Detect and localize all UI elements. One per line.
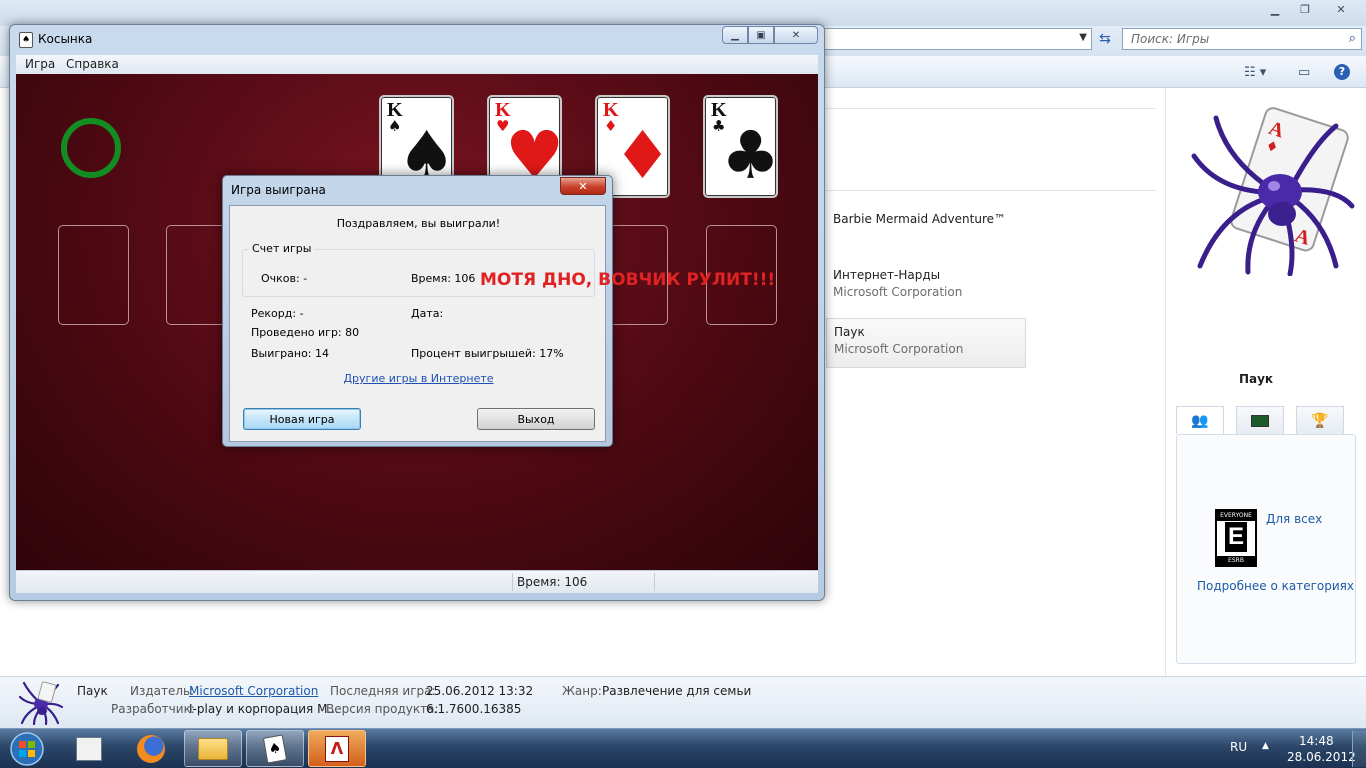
status-time: Время: 106: [517, 575, 588, 589]
restore-icon[interactable]: ❐: [1290, 0, 1320, 19]
maximize-icon[interactable]: ▣: [748, 26, 774, 44]
stock-pile-empty-ring[interactable]: [61, 118, 121, 178]
game-name: Интернет-Нарды: [833, 268, 941, 282]
rating-label-link[interactable]: Для всех: [1266, 512, 1322, 526]
view-options-icon[interactable]: ☷ ▾: [1244, 63, 1266, 81]
solitaire-app-icon[interactable]: ♠: [19, 32, 33, 48]
window-title: Косынка: [38, 32, 93, 46]
rating-panel: EVERYONE E ESRB Для всех Подробнее о кат…: [1176, 434, 1356, 664]
score-group-label: Счет игры: [249, 242, 315, 255]
preview-tabs: 👥 🏆: [1176, 406, 1344, 434]
tab-stats-trophy-icon[interactable]: 🏆: [1296, 406, 1344, 434]
exit-button[interactable]: Выход: [477, 408, 595, 430]
details-developer-label: Разработчик:: [111, 702, 195, 716]
taskbar-solitaire-icon[interactable]: ♠: [246, 730, 304, 767]
explorer-titlebar: [0, 0, 1366, 26]
menu-help[interactable]: Справка: [66, 57, 119, 71]
close-icon[interactable]: ✕: [560, 177, 606, 195]
game-name: Barbie Mermaid Adventure™: [833, 212, 1007, 226]
game-publisher: Microsoft Corporation: [833, 285, 963, 299]
start-button-windows-icon[interactable]: [4, 731, 50, 767]
clock-date[interactable]: 28.06.2012: [1287, 750, 1356, 764]
help-icon[interactable]: ?: [1334, 63, 1350, 81]
taskbar-folder-icon[interactable]: [184, 730, 242, 767]
close-icon[interactable]: ✕: [774, 26, 818, 44]
refresh-icon[interactable]: ⇆: [1094, 28, 1116, 50]
status-bar: Время: 106: [16, 570, 818, 593]
details-publisher-link[interactable]: Microsoft Corporation: [189, 684, 318, 698]
clock-time[interactable]: 14:48: [1299, 734, 1334, 748]
taskbar-pdf-reader-icon[interactable]: ᐱ: [308, 730, 366, 767]
overlay-caption: МОТЯ ДНО, ВОВЧИК РУЛИТ!!!: [480, 270, 776, 290]
online-games-link[interactable]: Другие игры в Интернете: [230, 372, 607, 385]
points-value: Очков: -: [261, 272, 308, 285]
search-icon[interactable]: ⌕: [1349, 31, 1356, 46]
minimize-icon[interactable]: ▁: [722, 26, 748, 44]
explorer-caption-buttons: ▁ ❐ ✕: [1260, 0, 1362, 20]
divider: [826, 108, 1156, 109]
game-won-dialog: Игра выиграна ✕ Поздравляем, вы выиграли…: [222, 175, 613, 447]
details-version-label: Версия продукта:: [326, 702, 439, 716]
list-item[interactable]: Интернет-Нарды Microsoft Corporation: [826, 262, 1026, 312]
games-won-value: Выиграно: 14: [251, 347, 330, 360]
games-played-value: Проведено игр: 80: [251, 326, 360, 339]
search-placeholder: Поиск: Игры: [1131, 32, 1210, 46]
details-pane: Паук Издатель: Microsoft Corporation Пос…: [0, 676, 1366, 728]
taskbar: ♠ ᐱ RU ▲ 14:48 28.06.2012: [0, 728, 1366, 768]
esrb-rating-icon: EVERYONE E ESRB: [1215, 509, 1257, 567]
taskbar-explorer-docs-icon[interactable]: [60, 730, 118, 767]
tab-rating-icon[interactable]: 👥: [1176, 406, 1224, 434]
spider-solitaire-art: A ♦ A: [1191, 107, 1355, 276]
tab-performance-icon[interactable]: [1236, 406, 1284, 434]
preview-pane: A ♦ A Паук 👥 🏆 EVERYONE E ESRB Для всех …: [1165, 88, 1366, 676]
chevron-down-icon[interactable]: ▼: [1079, 32, 1087, 43]
menu-bar: Игра Справка: [16, 55, 818, 74]
tray-expand-icon[interactable]: ▲: [1262, 741, 1269, 751]
close-icon[interactable]: ✕: [1320, 0, 1362, 19]
search-input[interactable]: Поиск: Игры ⌕: [1122, 28, 1362, 50]
foundation-card-clubs[interactable]: K ♣ ♣: [703, 95, 778, 198]
preview-pane-icon[interactable]: ▭: [1298, 63, 1310, 81]
time-value: Время: 106: [411, 272, 476, 285]
dialog-title: Игра выиграна: [231, 183, 326, 197]
window-caption-buttons: ▁ ▣ ✕: [722, 26, 818, 44]
details-genre: Развлечение для семьи: [602, 684, 752, 698]
address-bar[interactable]: ▼: [822, 28, 1092, 50]
date-value: Дата:: [411, 307, 444, 320]
record-value: Рекорд: -: [251, 307, 304, 320]
details-developer: I-play и корпорация M...: [189, 702, 339, 716]
language-indicator[interactable]: RU: [1230, 740, 1247, 754]
divider: [826, 190, 1156, 191]
preview-title: Паук: [1238, 372, 1274, 386]
details-last-played: 25.06.2012 13:32: [426, 684, 534, 698]
taskbar-firefox-icon[interactable]: [122, 730, 180, 767]
list-item[interactable]: Barbie Mermaid Adventure™: [826, 206, 1026, 256]
menu-game[interactable]: Игра: [25, 57, 55, 71]
spider-game-icon: [18, 681, 64, 725]
game-name: Паук: [834, 325, 865, 339]
dialog-body: Поздравляем, вы выиграли! Счет игры Очко…: [229, 205, 606, 442]
details-game-name: Паук: [77, 684, 108, 698]
details-version: 6.1.7600.16385: [426, 702, 522, 716]
rating-more-link[interactable]: Подробнее о категориях: [1197, 579, 1354, 593]
game-publisher: Microsoft Corporation: [834, 342, 964, 356]
win-percent-value: Процент выигрышей: 17%: [411, 347, 564, 360]
new-game-button[interactable]: Новая игра: [243, 408, 361, 430]
congrats-message: Поздравляем, вы выиграли!: [336, 217, 501, 230]
minimize-icon[interactable]: ▁: [1260, 0, 1290, 19]
details-publisher-label: Издатель:: [130, 684, 195, 698]
details-genre-label: Жанр:: [562, 684, 602, 698]
list-item[interactable]: Паук Microsoft Corporation: [826, 318, 1026, 368]
details-last-played-label: Последняя игра:: [330, 684, 436, 698]
show-desktop-button[interactable]: [1352, 731, 1366, 767]
tableau-slot-1[interactable]: [58, 225, 129, 325]
